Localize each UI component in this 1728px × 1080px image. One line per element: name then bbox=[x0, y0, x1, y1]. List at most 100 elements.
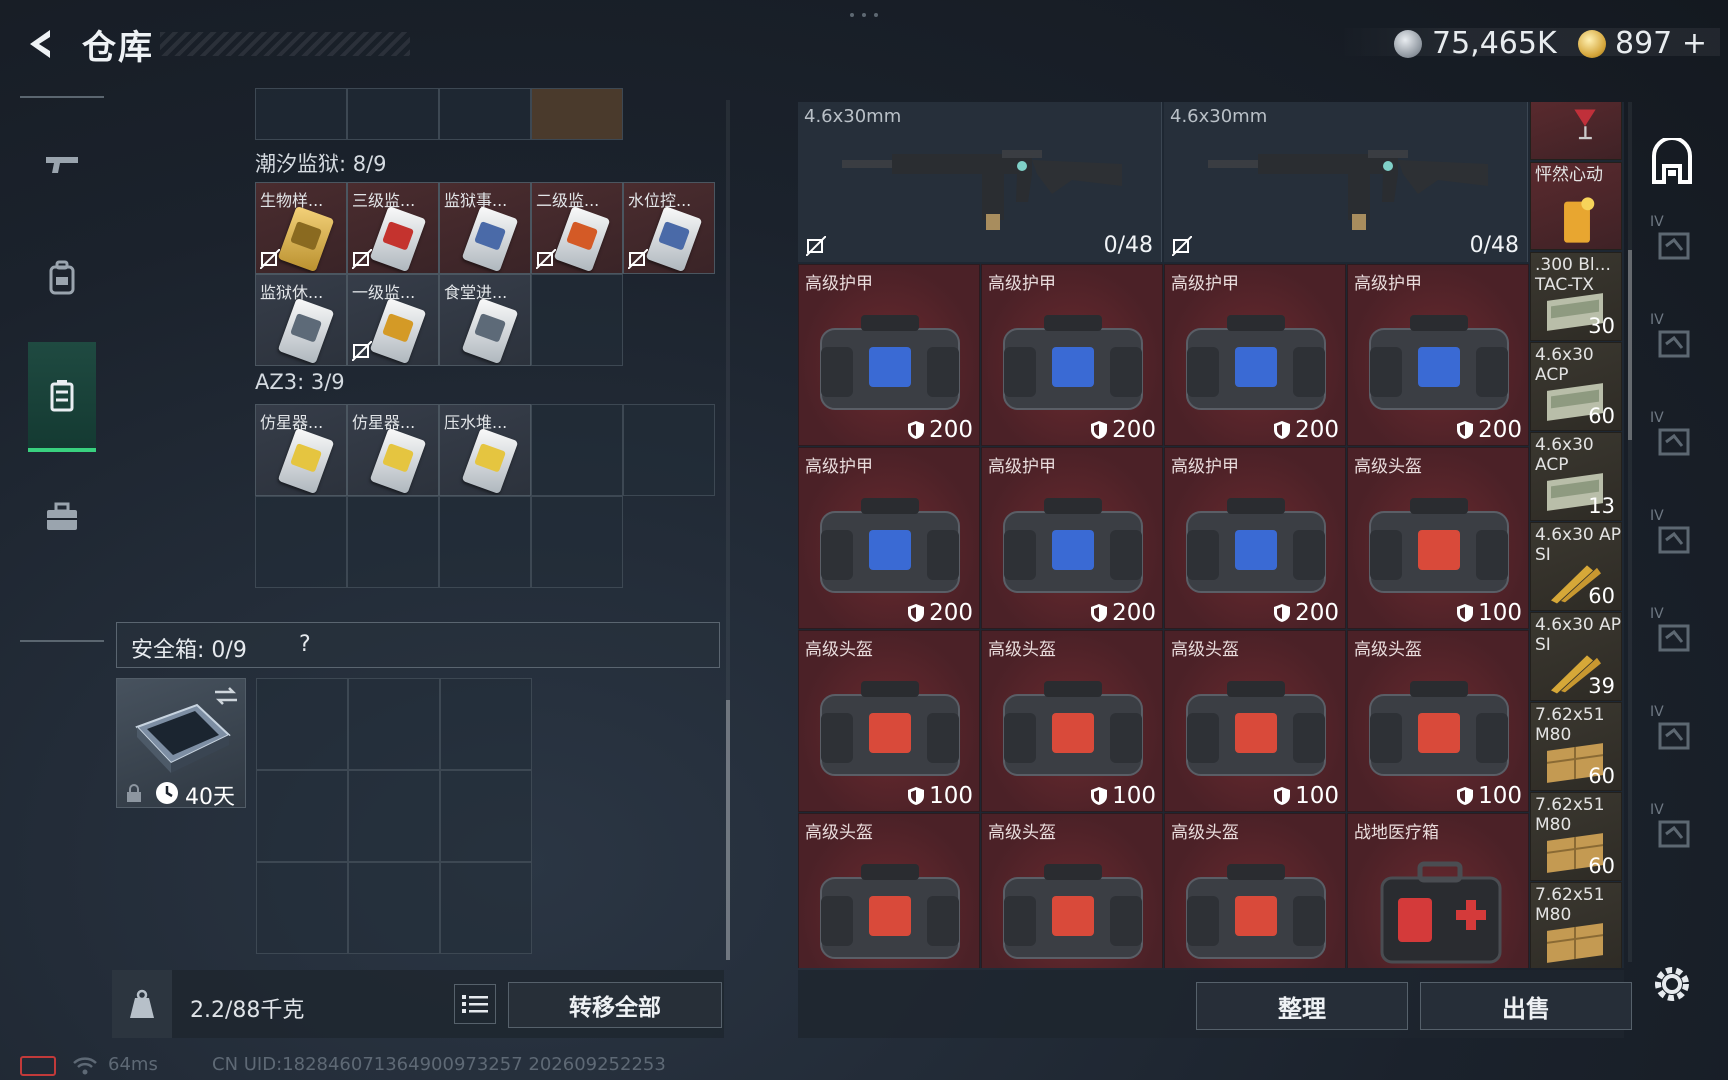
empty-slot[interactable] bbox=[347, 496, 439, 588]
empty-slot[interactable] bbox=[623, 404, 715, 496]
sidebar-item-container[interactable] bbox=[28, 342, 96, 452]
keycard-item[interactable]: 监狱事... bbox=[439, 182, 531, 274]
silver-amount: 75,465K bbox=[1432, 26, 1557, 61]
ammo-item[interactable]: 4.6x30 ACP 60 bbox=[1530, 342, 1622, 431]
stash-tab-8[interactable]: IV bbox=[1644, 794, 1700, 870]
category-sidebar bbox=[20, 96, 104, 642]
sidebar-item-weapons[interactable] bbox=[28, 108, 96, 218]
consumable-item[interactable] bbox=[1530, 102, 1622, 160]
item-name: 4.6x30 ACP bbox=[1535, 345, 1594, 385]
keycard-item[interactable]: 监狱休... bbox=[255, 274, 347, 366]
stash-scrollbar-track[interactable] bbox=[1628, 102, 1632, 962]
partial-cell[interactable] bbox=[347, 88, 439, 140]
stash-tab-7[interactable]: IV bbox=[1644, 696, 1700, 772]
cocktail-icon bbox=[1574, 109, 1596, 140]
item-count: 13 bbox=[1588, 494, 1615, 518]
stash-tab-main[interactable] bbox=[1644, 124, 1700, 200]
ammo-item[interactable]: 7.62x51 M80 bbox=[1530, 882, 1622, 968]
list-icon bbox=[462, 995, 488, 1013]
keycard-item[interactable]: 一级监... bbox=[347, 274, 439, 366]
empty-slot[interactable] bbox=[348, 770, 440, 862]
stash-tab-2[interactable]: IV bbox=[1644, 206, 1700, 282]
stash-grid: 4.6x30mm 0/48 4.6x30mm 0/48 高级护甲 200 高级护甲 2… bbox=[798, 102, 1624, 968]
drag-handle-icon[interactable] bbox=[848, 12, 880, 18]
empty-slot[interactable] bbox=[531, 274, 623, 366]
keycard-item[interactable]: 生物样... bbox=[255, 182, 347, 274]
safe-box-header: 安全箱: 0/9 ? bbox=[116, 622, 720, 668]
item-name: 一级监... bbox=[352, 283, 416, 302]
partial-cell[interactable] bbox=[439, 88, 531, 140]
container-scrollbar-thumb[interactable] bbox=[726, 700, 730, 960]
ammo-item[interactable]: 4.6x30 AP SI 60 bbox=[1530, 522, 1622, 611]
keycard-icon bbox=[645, 205, 703, 273]
back-arrow-icon[interactable] bbox=[20, 24, 60, 64]
ammo-item[interactable]: 4.6x30 AP SI 39 bbox=[1530, 612, 1622, 701]
sidebar-item-briefcase[interactable] bbox=[28, 462, 96, 572]
gun-icon bbox=[46, 157, 78, 173]
empty-slot[interactable] bbox=[439, 496, 531, 588]
sidebar-item-backpack[interactable] bbox=[28, 222, 96, 332]
item-name: 4.6x30 AP SI bbox=[1535, 615, 1622, 655]
keycard-item[interactable]: 水位控... bbox=[623, 182, 715, 274]
empty-slot[interactable] bbox=[256, 770, 348, 862]
list-view-button[interactable] bbox=[454, 984, 496, 1024]
keycard-icon bbox=[369, 427, 427, 495]
empty-slot[interactable] bbox=[256, 678, 348, 770]
item-name: 4.6x30 AP SI bbox=[1535, 525, 1622, 565]
stash-tab-5[interactable]: IV bbox=[1644, 500, 1700, 576]
help-button[interactable]: ? bbox=[299, 632, 311, 657]
keycard-icon bbox=[277, 427, 335, 495]
no-trade-icon bbox=[352, 249, 372, 269]
empty-slot[interactable] bbox=[440, 862, 532, 954]
empty-slot[interactable] bbox=[256, 862, 348, 954]
swap-icon[interactable] bbox=[213, 685, 239, 707]
empty-slot[interactable] bbox=[348, 862, 440, 954]
side-item-column: 怦然心动 .300 Bl... TAC-TX 30 4.6x30 ACP 60 4.6x3… bbox=[798, 102, 1624, 968]
item-name: 水位控... bbox=[628, 191, 692, 210]
partial-cell[interactable] bbox=[531, 88, 623, 140]
stash-tab-4[interactable]: IV bbox=[1644, 402, 1700, 478]
keycard-item[interactable]: 仿星器... bbox=[347, 404, 439, 496]
item-name: 压水堆... bbox=[444, 413, 508, 432]
weight-bag-button[interactable] bbox=[112, 970, 172, 1038]
ammo-item[interactable]: 4.6x30 ACP 13 bbox=[1530, 432, 1622, 521]
empty-slot[interactable] bbox=[255, 496, 347, 588]
backpack-icon bbox=[49, 260, 75, 295]
transfer-all-button[interactable]: 转移全部 bbox=[508, 982, 722, 1028]
tab-tier: IV bbox=[1650, 214, 1664, 230]
consumable-item[interactable]: 怦然心动 bbox=[1530, 162, 1622, 250]
empty-slot[interactable] bbox=[440, 770, 532, 862]
ammo-item[interactable]: .300 Bl... TAC-TX 30 bbox=[1530, 252, 1622, 341]
ammo-item[interactable]: 7.62x51 M80 60 bbox=[1530, 702, 1622, 791]
stash-scrollbar-thumb[interactable] bbox=[1628, 250, 1632, 440]
organize-button[interactable]: 整理 bbox=[1196, 982, 1408, 1030]
gold-amount-value: 897 bbox=[1615, 26, 1673, 61]
keycard-item[interactable]: 食堂进... bbox=[439, 274, 531, 366]
empty-slot[interactable] bbox=[440, 678, 532, 770]
settings-button[interactable] bbox=[1644, 946, 1700, 1022]
item-name: 7.62x51 M80 bbox=[1535, 705, 1605, 745]
empty-slot[interactable] bbox=[348, 678, 440, 770]
empty-slot[interactable] bbox=[531, 496, 623, 588]
item-name: 二级监... bbox=[536, 191, 600, 210]
empty-slot[interactable] bbox=[531, 404, 623, 496]
briefcase-icon bbox=[47, 502, 77, 530]
safe-box-item[interactable]: 40天 bbox=[116, 678, 246, 810]
stash-tab-6[interactable]: IV bbox=[1644, 598, 1700, 674]
keycard-item[interactable]: 压水堆... bbox=[439, 404, 531, 496]
ammo-item[interactable]: 7.62x51 M80 60 bbox=[1530, 792, 1622, 881]
sell-button[interactable]: 出售 bbox=[1420, 982, 1632, 1030]
gold-amount[interactable]: 897 + bbox=[1615, 26, 1707, 61]
partial-cell[interactable] bbox=[255, 88, 347, 140]
clock-icon bbox=[156, 782, 178, 804]
no-trade-icon bbox=[628, 249, 648, 269]
gold-plus-button[interactable]: + bbox=[1682, 26, 1707, 61]
keycard-icon bbox=[461, 205, 519, 273]
stash-tab-3[interactable]: IV bbox=[1644, 304, 1700, 380]
gear-icon bbox=[1655, 967, 1689, 1001]
keycard-item[interactable]: 仿星器... bbox=[255, 404, 347, 496]
keycard-item[interactable]: 二级监... bbox=[531, 182, 623, 274]
tab-tier: IV bbox=[1650, 704, 1664, 720]
keycard-item[interactable]: 三级监... bbox=[347, 182, 439, 274]
stash-tabs-sidebar: IV IV IV IV IV IV IV bbox=[1640, 100, 1704, 1001]
